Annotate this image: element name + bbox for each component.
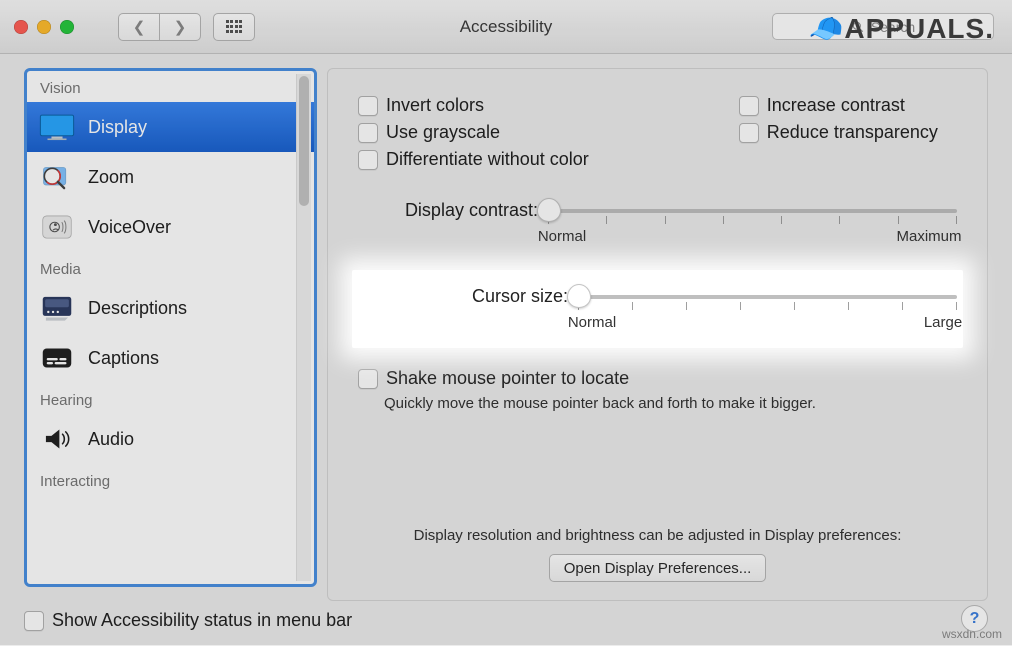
contrast-min-label: Normal <box>538 228 586 245</box>
checkbox-icon <box>24 611 44 631</box>
back-button[interactable]: ❮ <box>118 13 159 41</box>
checkbox-use-grayscale[interactable]: Use grayscale <box>358 122 589 143</box>
sidebar-category-vision: Vision <box>27 71 314 102</box>
contrast-max-label: Maximum <box>896 228 961 245</box>
grid-icon <box>226 20 243 32</box>
brand-watermark: 🧢APPUALS. <box>809 12 994 45</box>
checkbox-diff-without-color[interactable]: Differentiate without color <box>358 149 589 170</box>
button-label: Open Display Preferences... <box>564 560 752 577</box>
sidebar-scrollbar[interactable] <box>296 74 311 581</box>
checkbox-icon <box>358 96 378 116</box>
checkbox-label: Use grayscale <box>386 122 500 143</box>
checkbox-icon <box>358 369 378 389</box>
minimize-window-button[interactable] <box>37 20 51 34</box>
sidebar-item-label: VoiceOver <box>88 217 171 238</box>
checkbox-icon <box>358 123 378 143</box>
close-window-button[interactable] <box>14 20 28 34</box>
checkbox-reduce-transparency[interactable]: Reduce transparency <box>739 122 938 143</box>
sidebar-item-audio[interactable]: Audio <box>27 414 314 464</box>
sidebar-category-hearing: Hearing <box>27 383 314 414</box>
checkbox-shake-pointer[interactable]: Shake mouse pointer to locate <box>358 368 957 389</box>
cursor-min-label: Normal <box>568 314 616 331</box>
contrast-slider[interactable]: Normal Maximum <box>548 198 957 238</box>
checkbox-label: Invert colors <box>386 95 484 116</box>
checkbox-label: Increase contrast <box>767 95 905 116</box>
sidebar-item-label: Descriptions <box>88 298 187 319</box>
checkbox-label: Reduce transparency <box>767 122 938 143</box>
audio-icon <box>37 422 77 456</box>
sidebar-item-label: Display <box>88 117 147 138</box>
sidebar-item-label: Captions <box>88 348 159 369</box>
checkbox-icon <box>739 96 759 116</box>
nav-back-forward: ❮ ❯ <box>118 13 201 41</box>
checkbox-invert-colors[interactable]: Invert colors <box>358 95 589 116</box>
zoom-window-button[interactable] <box>60 20 74 34</box>
checkbox-icon <box>358 150 378 170</box>
sidebar-item-descriptions[interactable]: Descriptions <box>27 283 314 333</box>
contrast-slider-label: Display contrast: <box>358 198 548 221</box>
sidebar-item-display[interactable]: Display <box>27 102 314 152</box>
cursor-size-slider[interactable]: Normal Large <box>578 284 957 324</box>
settings-panel: Invert colors Use grayscale Differentiat… <box>327 68 988 601</box>
sidebar-item-label: Audio <box>88 429 134 450</box>
show-all-button[interactable] <box>213 13 255 41</box>
open-display-preferences-button[interactable]: Open Display Preferences... <box>549 554 767 582</box>
category-sidebar: Vision Display Zoom <box>24 68 317 587</box>
checkbox-label: Show Accessibility status in menu bar <box>52 610 352 631</box>
forward-button[interactable]: ❯ <box>159 13 201 41</box>
display-note: Display resolution and brightness can be… <box>328 527 987 544</box>
zoom-icon <box>37 160 77 194</box>
checkbox-label: Differentiate without color <box>386 149 589 170</box>
cursor-max-label: Large <box>924 314 962 331</box>
sidebar-category-interacting: Interacting <box>27 464 314 495</box>
chevron-left-icon: ❮ <box>133 18 146 36</box>
sidebar-item-voiceover[interactable]: VoiceOver <box>27 202 314 252</box>
sidebar-item-label: Zoom <box>88 167 134 188</box>
cursor-slider-label: Cursor size: <box>358 284 578 307</box>
checkbox-show-status-menubar[interactable]: Show Accessibility status in menu bar <box>24 610 352 631</box>
checkbox-label: Shake mouse pointer to locate <box>386 368 629 389</box>
shake-hint-text: Quickly move the mouse pointer back and … <box>384 395 957 412</box>
captions-icon <box>37 341 77 375</box>
chevron-right-icon: ❯ <box>174 18 187 36</box>
question-icon: ? <box>970 610 980 628</box>
site-watermark: wsxdn.com <box>942 627 1002 641</box>
checkbox-icon <box>739 123 759 143</box>
voiceover-icon <box>37 210 77 244</box>
window-controls <box>0 20 74 34</box>
sidebar-category-media: Media <box>27 252 314 283</box>
checkbox-increase-contrast[interactable]: Increase contrast <box>739 95 938 116</box>
sidebar-item-zoom[interactable]: Zoom <box>27 152 314 202</box>
scrollbar-thumb[interactable] <box>299 76 309 206</box>
sidebar-item-captions[interactable]: Captions <box>27 333 314 383</box>
display-icon <box>37 110 77 144</box>
descriptions-icon <box>37 291 77 325</box>
